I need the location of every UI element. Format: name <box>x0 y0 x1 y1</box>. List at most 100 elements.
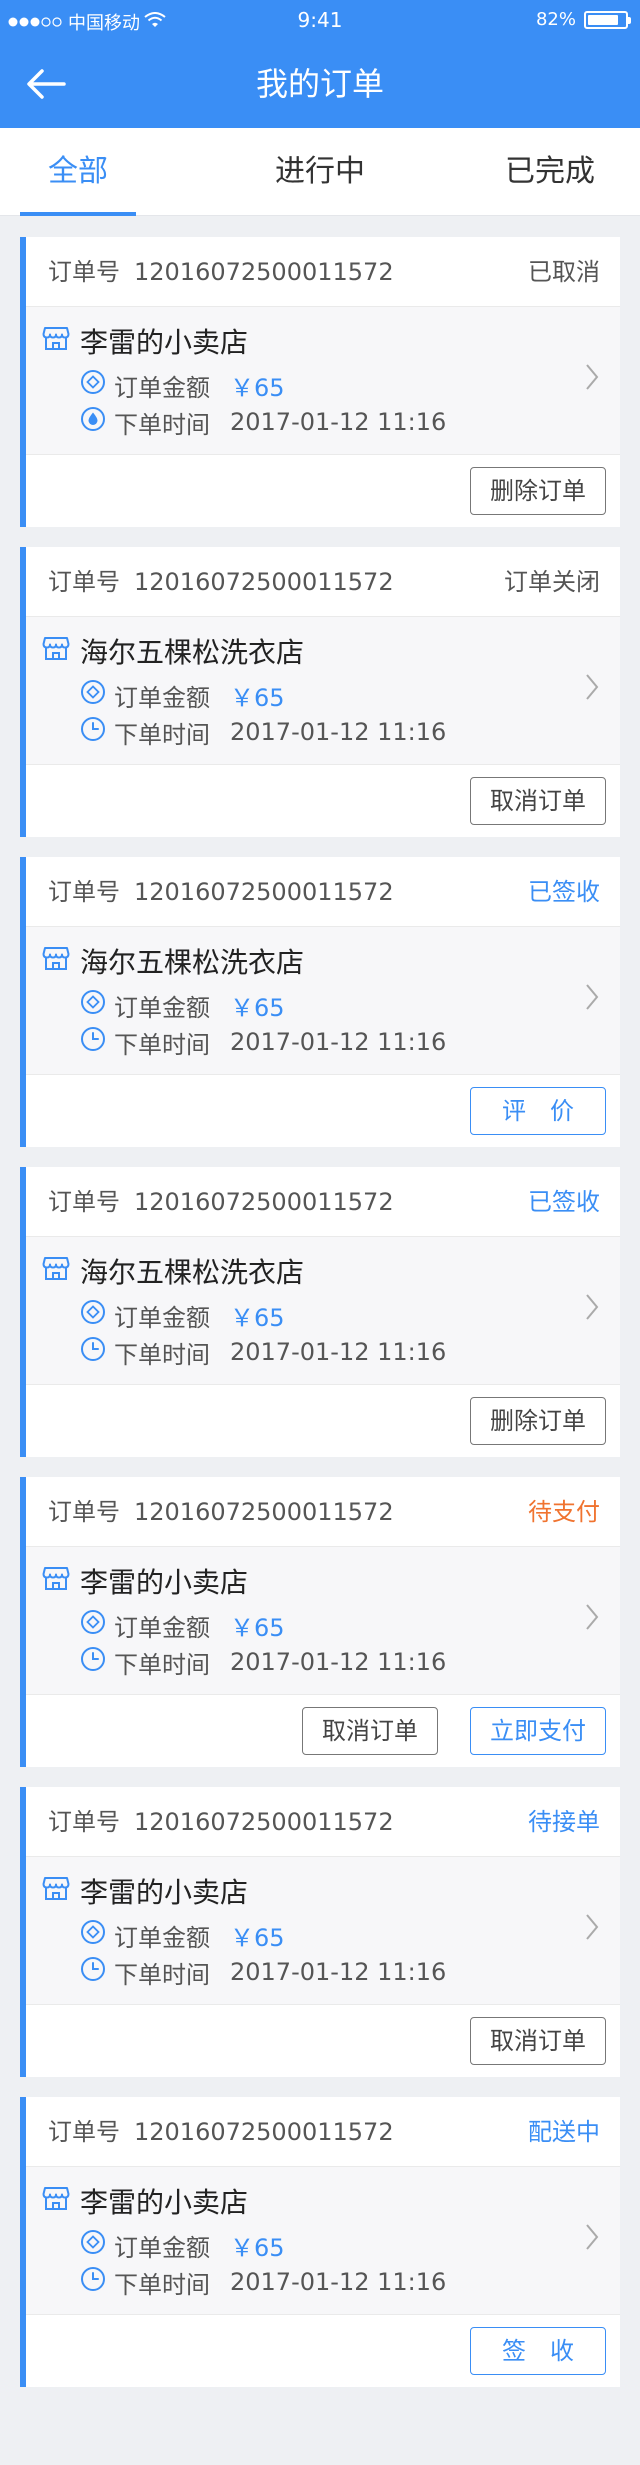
chevron-right-icon <box>584 362 600 396</box>
order-number-label: 订单号 <box>48 1188 120 1216</box>
order-detail-link[interactable]: 海尔五棵松洗衣店订单金额 ￥65 下单时间 2017-01-12 11:16 <box>26 927 620 1075</box>
order-status: 已签收 <box>528 1188 600 1216</box>
time-row: 下单时间 2017-01-12 11:16 <box>80 2264 446 2300</box>
shop-name: 海尔五棵松洗衣店 <box>80 946 305 979</box>
amount-value: ￥65 <box>230 1923 285 1952</box>
battery-area: 82% <box>535 9 631 30</box>
chevron-right-icon <box>584 1292 600 1326</box>
time-row: 下单时间 2017-01-12 11:16 <box>80 714 446 750</box>
order-number-label: 订单号 <box>48 2118 120 2146</box>
amount-value: ￥65 <box>230 1303 285 1332</box>
order-number-value: 12016072500011572 <box>134 878 394 906</box>
shop-row: 李雷的小卖店 <box>42 2179 248 2223</box>
order-action-button[interactable]: 立即支付 <box>470 1707 606 1755</box>
time-label: 下单时间 <box>114 720 210 749</box>
amount-icon <box>80 369 106 401</box>
order-status: 订单关闭 <box>504 568 600 596</box>
tab-all[interactable]: 全部 <box>20 128 136 216</box>
amount-value: ￥65 <box>230 2233 285 2262</box>
order-number-value: 12016072500011572 <box>134 1498 394 1526</box>
chevron-right-icon <box>584 672 600 706</box>
amount-icon <box>80 989 106 1021</box>
order-action-label: 删除订单 <box>490 477 586 505</box>
shop-row: 李雷的小卖店 <box>42 1559 248 1603</box>
shop-name: 李雷的小卖店 <box>80 326 249 359</box>
amount-label: 订单金额 <box>114 993 210 1022</box>
time-label: 下单时间 <box>114 1030 210 1059</box>
shop-icon <box>42 1255 70 1288</box>
amount-label: 订单金额 <box>114 373 210 402</box>
clock-icon <box>80 1336 106 1368</box>
order-detail-link[interactable]: 李雷的小卖店订单金额 ￥65 下单时间 2017-01-12 11:16 <box>26 1857 620 2005</box>
amount-label: 订单金额 <box>114 683 210 712</box>
order-action-button[interactable]: 取消订单 <box>470 777 606 825</box>
order-action-button[interactable]: 取消订单 <box>470 2017 606 2065</box>
shop-icon <box>42 1875 70 1908</box>
order-status: 已签收 <box>528 878 600 906</box>
amount-row: 订单金额 ￥65 <box>80 1297 285 1333</box>
order-card: 订单号 12016072500011572 待接单李雷的小卖店订单金额 ￥65 下单时间… <box>20 1787 620 2077</box>
order-action-label: 签 收 <box>502 2337 574 2365</box>
amount-icon <box>80 2229 106 2261</box>
tab-completed[interactable]: 已完成 <box>490 128 610 216</box>
order-card: 订单号 12016072500011572 已取消 李雷的小卖店 订单金额 ￥65 下单时间… <box>20 237 620 527</box>
order-actions: 删除订单 <box>26 455 620 527</box>
order-actions: 签 收 <box>26 2315 620 2387</box>
order-action-label: 取消订单 <box>322 1717 418 1745</box>
order-number-label: 订单号 <box>48 1498 120 1526</box>
order-action-button[interactable]: 删除订单 <box>470 467 606 515</box>
shop-name: 李雷的小卖店 <box>80 2186 249 2219</box>
order-action-button[interactable]: 签 收 <box>470 2327 606 2375</box>
amount-label: 订单金额 <box>114 1303 210 1332</box>
shop-name: 李雷的小卖店 <box>80 1876 249 1909</box>
tab-in-progress-label: 进行中 <box>275 154 365 189</box>
order-number: 订单号 12016072500011572 <box>48 1787 394 1857</box>
order-card: 订单号 12016072500011572 订单关闭 海尔五棵松洗衣店 订单金额 ￥65 下… <box>20 547 620 837</box>
order-status: 待接单 <box>528 1808 600 1836</box>
order-header: 订单号 12016072500011572 已签收 <box>26 1167 620 1237</box>
amount-row: 订单金额 ￥65 <box>80 1917 285 1953</box>
shop-row: 李雷的小卖店 <box>42 1869 248 1913</box>
order-number-label: 订单号 <box>48 1808 120 1836</box>
amount-row: 订单金额 ￥65 <box>80 2227 285 2263</box>
amount-icon <box>80 1299 106 1331</box>
order-number-value: 12016072500011572 <box>134 258 394 286</box>
order-number-label: 订单号 <box>48 568 120 596</box>
order-header: 订单号 12016072500011572 待支付 <box>26 1477 620 1547</box>
amount-icon <box>80 1609 106 1641</box>
time-drop-icon <box>80 406 106 438</box>
time-value: 2017-01-12 11:16 <box>230 2268 447 2296</box>
order-actions: 删除订单 <box>26 1385 620 1457</box>
shop-row: 海尔五棵松洗衣店 <box>42 1249 304 1293</box>
time-value: 2017-01-12 11:16 <box>230 1958 447 1986</box>
order-detail-link[interactable]: 李雷的小卖店 订单金额 ￥65 下单时间 2017-01-12 11:16 <box>26 307 620 455</box>
order-action-button[interactable]: 删除订单 <box>470 1397 606 1445</box>
order-actions: 取消订单 <box>26 765 620 837</box>
time-label: 下单时间 <box>114 1340 210 1369</box>
time-row: 下单时间 2017-01-12 11:16 <box>80 1334 446 1370</box>
order-detail-link[interactable]: 李雷的小卖店订单金额 ￥65 下单时间 2017-01-12 11:16 <box>26 2167 620 2315</box>
shop-name: 海尔五棵松洗衣店 <box>80 1256 305 1289</box>
time-label: 下单时间 <box>114 410 210 439</box>
order-number-value: 12016072500011572 <box>134 1808 394 1836</box>
battery-percent: 82% <box>535 9 576 30</box>
order-detail-link[interactable]: 海尔五棵松洗衣店订单金额 ￥65 下单时间 2017-01-12 11:16 <box>26 1237 620 1385</box>
time-row: 下单时间 2017-01-12 11:16 <box>80 1954 446 1990</box>
time-value: 2017-01-12 11:16 <box>230 408 447 436</box>
time-value: 2017-01-12 11:16 <box>230 1028 447 1056</box>
order-action-button[interactable]: 评 价 <box>470 1087 606 1135</box>
tab-in-progress[interactable]: 进行中 <box>256 128 384 216</box>
order-card: 订单号 12016072500011572 待支付 李雷的小卖店 订单金额 ￥65 下单时间… <box>20 1477 620 1767</box>
order-action-label: 删除订单 <box>490 1407 586 1435</box>
shop-icon <box>42 635 70 668</box>
order-action-button[interactable]: 取消订单 <box>302 1707 438 1755</box>
amount-row: 订单金额 ￥65 <box>80 677 285 713</box>
order-detail-link[interactable]: 李雷的小卖店 订单金额 ￥65 下单时间 2017-01-12 11:16 <box>26 1547 620 1695</box>
amount-value: ￥65 <box>230 993 285 1022</box>
tab-active-underline <box>20 212 136 216</box>
order-number: 订单号 12016072500011572 <box>48 1477 394 1547</box>
order-header: 订单号 12016072500011572 已签收 <box>26 857 620 927</box>
time-value: 2017-01-12 11:16 <box>230 1338 447 1366</box>
amount-value: ￥65 <box>230 1613 285 1642</box>
order-detail-link[interactable]: 海尔五棵松洗衣店 订单金额 ￥65 下单时间 2017-01-12 11:16 <box>26 617 620 765</box>
